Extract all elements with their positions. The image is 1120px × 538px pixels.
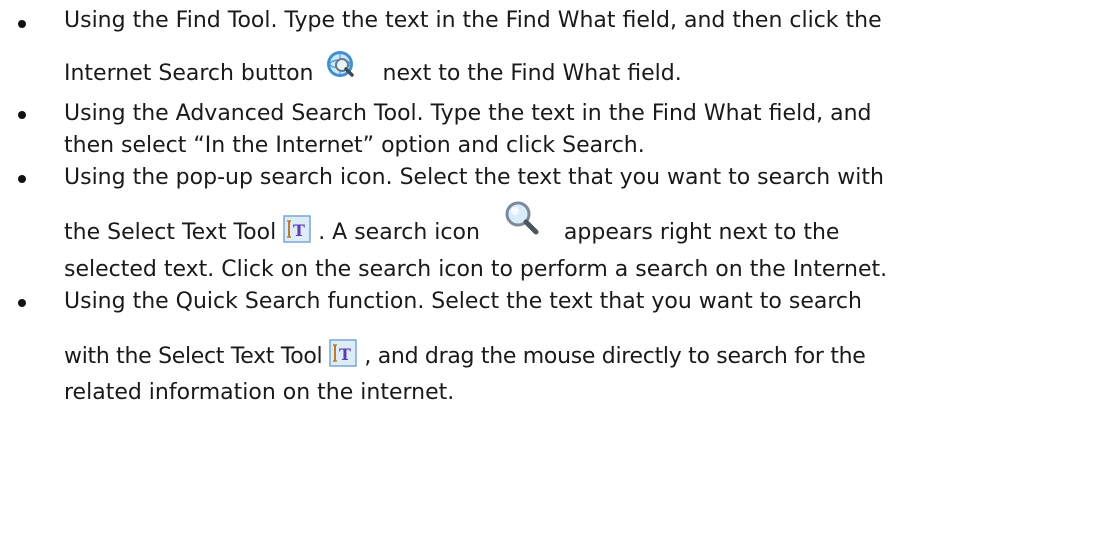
item-4-line-3: related information on the internet. xyxy=(64,380,455,405)
item-3-text-c: appears right next to the xyxy=(563,220,840,245)
list-item: Using the Advanced Search Tool. Type the… xyxy=(0,98,1120,162)
item-1-text-after-icon: next to the Find What field. xyxy=(382,61,682,86)
item-4-line-1: Using the Quick Search function. Select … xyxy=(64,289,862,314)
item-4-line-2: with the Select Text Tool T , and drag t… xyxy=(64,318,1100,378)
list-item: Using the Quick Search function. Select … xyxy=(0,286,1120,408)
item-1-text: Internet Search button xyxy=(64,61,314,86)
bullet-dot xyxy=(18,175,26,183)
bullet-dot xyxy=(18,299,26,307)
item-3-text-a: the Select Text Tool xyxy=(64,220,277,245)
item-1-line-1: Using the Find Tool. Type the text in th… xyxy=(64,8,882,33)
internet-search-icon xyxy=(321,50,361,82)
bullet-dot xyxy=(18,20,26,28)
search-magnifier-icon xyxy=(502,199,542,237)
item-3-line-3: selected text. Click on the search icon … xyxy=(64,257,888,282)
item-3-line-1: Using the pop-up search icon. Select the… xyxy=(64,165,884,190)
list-item: Using the Find Tool. Type the text in th… xyxy=(0,0,1120,94)
select-text-tool-icon: T xyxy=(283,215,311,243)
select-text-tool-icon: T xyxy=(329,339,358,367)
bullet-dot xyxy=(18,111,26,119)
item-4-text-a: with the Select Text Tool xyxy=(64,344,323,369)
item-2-line-1: Using the Advanced Search Tool. Type the… xyxy=(64,101,872,126)
list-item: Using the pop-up search icon. Select the… xyxy=(0,162,1120,286)
item-1-line-2: Internet Search button next to the Find … xyxy=(64,42,1100,94)
svg-text:T: T xyxy=(339,345,351,364)
item-2-line-2: then select “In the Internet” option and… xyxy=(64,133,645,158)
svg-text:T: T xyxy=(293,221,305,240)
item-4-text-b: , and drag the mouse directly to search … xyxy=(364,344,866,369)
item-3-line-2: the Select Text Tool T . A search icon a… xyxy=(64,194,1100,254)
bullet-list: Using the Find Tool. Type the text in th… xyxy=(0,0,1120,408)
document-page: Using the Find Tool. Type the text in th… xyxy=(0,0,1120,538)
item-3-text-b: . A search icon xyxy=(318,220,480,245)
